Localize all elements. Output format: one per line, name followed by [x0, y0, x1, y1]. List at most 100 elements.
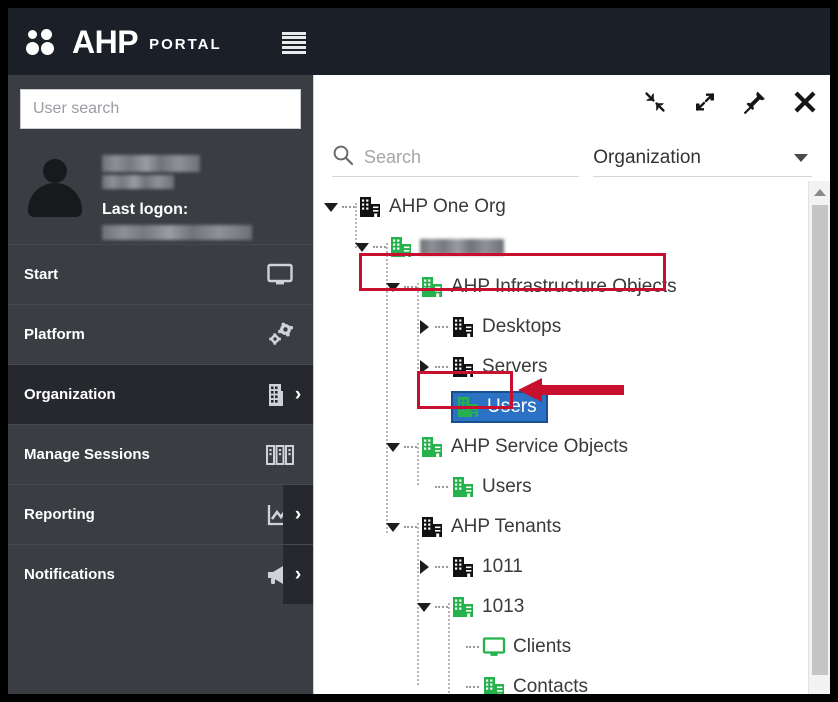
sidebar-nav: Start Platform Organization › Manage Ses… [8, 244, 313, 604]
four-dots-logo-icon [26, 27, 64, 57]
building-icon [456, 395, 480, 419]
scope-select[interactable]: Organization [593, 139, 812, 177]
tree-connector [435, 366, 448, 368]
tree-node-label: Clients [513, 636, 572, 657]
sidebar-item-start[interactable]: Start [8, 244, 313, 304]
scroll-up-arrow-icon[interactable] [809, 181, 830, 203]
scope-select-value: Organization [593, 146, 701, 168]
tree-node-selection-box[interactable]: Users [451, 391, 548, 423]
sidebar-item-reporting[interactable]: Reporting › [8, 484, 313, 544]
pin-icon[interactable] [742, 89, 768, 115]
expander-placeholder [415, 398, 433, 416]
tree-connector [435, 606, 448, 608]
tree-connector [404, 526, 417, 528]
tree-connector [435, 406, 448, 408]
expander-down-icon[interactable] [384, 278, 402, 296]
expander-down-icon[interactable] [415, 598, 433, 616]
tree-node[interactable]: Clients [322, 627, 808, 667]
last-logon-value-redacted [102, 225, 252, 240]
gears-icon [261, 320, 299, 350]
building-icon [420, 275, 444, 299]
scrollbar-thumb[interactable] [812, 205, 828, 675]
tree-connector [404, 446, 417, 448]
tree-node-label: Contacts [513, 676, 588, 694]
tree-scrollbar[interactable] [808, 181, 830, 694]
building-icon [420, 435, 444, 459]
tree-node-selected[interactable]: Users [322, 387, 808, 427]
sidebar-item-label: Start [24, 266, 59, 283]
organization-panel: Organization [313, 75, 830, 694]
sidebar-item-label: Manage Sessions [24, 446, 150, 463]
building-icon [451, 555, 475, 579]
tree-node[interactable]: AHP Infrastructure Objects [322, 267, 808, 307]
tree-node-label: Users [482, 476, 532, 497]
search-icon [332, 144, 354, 171]
tree-node[interactable] [322, 227, 808, 267]
building-icon [451, 475, 475, 499]
tree-node[interactable]: AHP Service Objects [322, 427, 808, 467]
tree-node-label-redacted [420, 239, 504, 255]
search-input[interactable] [364, 147, 580, 168]
sidebar-item-notifications[interactable]: Notifications › [8, 544, 313, 604]
building-icon [451, 595, 475, 619]
app-header: AHP PORTAL [8, 8, 830, 75]
tree-node[interactable]: AHP One Org [322, 187, 808, 227]
username-redacted-2 [102, 175, 174, 189]
arrows-in-icon[interactable] [642, 89, 668, 115]
tree-connector [373, 246, 386, 248]
expander-right-icon[interactable] [415, 558, 433, 576]
sidebar-item-label: Notifications [24, 566, 115, 583]
building-icon [358, 195, 382, 219]
hamburger-menu-icon[interactable] [281, 31, 306, 55]
sidebar-item-chevron-icon[interactable]: › [283, 365, 313, 424]
tree-node-label: Desktops [482, 316, 562, 337]
sidebar-item-chevron-icon[interactable]: › [283, 485, 313, 544]
sidebar-item-platform[interactable]: Platform [8, 304, 313, 364]
building-icon [389, 235, 413, 259]
tree-node-label: AHP One Org [389, 196, 506, 217]
expander-right-icon[interactable] [415, 318, 433, 336]
username-redacted [102, 155, 200, 172]
expander-down-icon[interactable] [384, 438, 402, 456]
tree-node[interactable]: Users [322, 467, 808, 507]
tree-node[interactable]: AHP Tenants [322, 507, 808, 547]
expander-placeholder [446, 638, 464, 656]
tree-node[interactable]: Servers [322, 347, 808, 387]
expander-down-icon[interactable] [353, 238, 371, 256]
panel-search-row: Organization [314, 129, 830, 177]
expander-right-icon[interactable] [415, 358, 433, 376]
user-search-wrap [8, 75, 313, 129]
sidebar-item-chevron-icon[interactable]: › [283, 545, 313, 604]
sidebar-item-organization[interactable]: Organization › [8, 364, 313, 424]
tree-connector [466, 646, 479, 648]
arrows-out-icon[interactable] [692, 89, 718, 115]
tree-node-label: 1011 [482, 556, 523, 577]
brand-logo[interactable]: AHP PORTAL [26, 26, 222, 58]
sidebar-item-label: Organization [24, 386, 116, 403]
tree-connector [466, 686, 479, 688]
left-sidebar: Last logon: Start Platform [8, 75, 313, 694]
tree-node[interactable]: Contacts [322, 667, 808, 694]
tree-node[interactable]: 1013 [322, 587, 808, 627]
monitor-icon [261, 260, 299, 290]
tree-connector [435, 566, 448, 568]
monitor-icon [482, 635, 506, 659]
expander-placeholder [415, 478, 433, 496]
expander-down-icon[interactable] [384, 518, 402, 536]
tree-node[interactable]: 1011 [322, 547, 808, 587]
tree-node[interactable]: Desktops [322, 307, 808, 347]
expander-down-icon[interactable] [322, 198, 340, 216]
tree-connector [342, 206, 355, 208]
search-field[interactable] [332, 139, 580, 177]
chevron-down-icon[interactable] [794, 153, 808, 162]
panel-toolbar [314, 75, 830, 129]
user-search-input[interactable] [20, 89, 301, 129]
expander-placeholder [446, 678, 464, 694]
org-tree-area: AHP One Org AHP Infrastructure Objects D… [314, 181, 830, 694]
org-tree: AHP One Org AHP Infrastructure Objects D… [314, 181, 808, 694]
close-x-icon[interactable] [792, 89, 818, 115]
sidebar-item-manage-sessions[interactable]: Manage Sessions [8, 424, 313, 484]
building-icon [482, 675, 506, 694]
tree-node-label: Users [487, 396, 537, 417]
tree-node-label: AHP Infrastructure Objects [451, 276, 677, 297]
